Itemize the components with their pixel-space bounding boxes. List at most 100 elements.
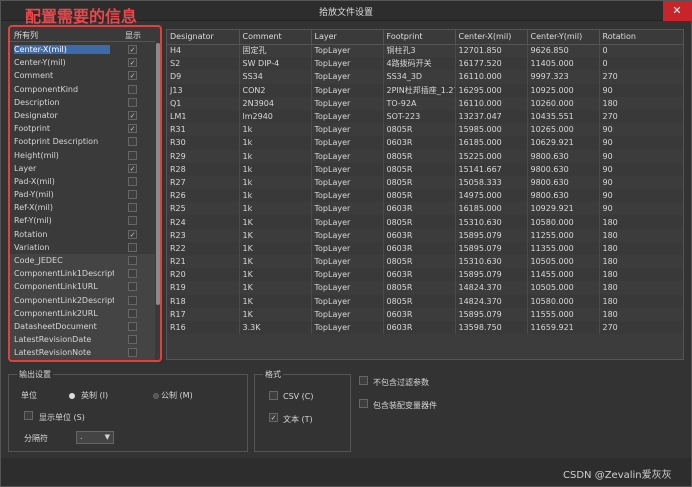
imperial-radio[interactable] <box>69 393 75 399</box>
show-column-checkbox[interactable] <box>128 269 137 279</box>
show-column-checkbox[interactable] <box>128 216 137 226</box>
column-header[interactable]: Designator <box>167 30 240 45</box>
show-column-checkbox[interactable] <box>128 150 137 160</box>
column-list-item[interactable]: Designator ✓ <box>10 109 155 122</box>
table-cell: R22 <box>167 241 240 255</box>
column-list-item[interactable]: Code_JEDEC <box>10 254 155 268</box>
separator-select[interactable]: . ▼ <box>76 431 114 444</box>
show-column-checkbox[interactable] <box>128 295 137 305</box>
column-list-item[interactable]: Description <box>10 96 155 109</box>
column-header[interactable]: Layer <box>311 30 384 45</box>
metric-radio[interactable] <box>153 393 159 399</box>
table-cell: TopLayer <box>311 109 384 124</box>
exclude-filter-checkbox[interactable] <box>359 376 368 385</box>
column-list-item[interactable]: Variation <box>10 241 155 254</box>
column-list-item[interactable]: Center-X(mil) ✓ <box>10 43 155 56</box>
preview-table: Designator Comment Layer Footprint Center-X(… <box>167 30 683 335</box>
show-column-checkbox[interactable] <box>128 321 137 331</box>
show-column-checkbox[interactable]: ✓ <box>128 71 137 81</box>
include-variant-label[interactable]: 包含装配变量器件 <box>373 400 437 411</box>
column-list-item[interactable]: ComponentKind <box>10 83 155 96</box>
show-column-checkbox[interactable]: ✓ <box>128 45 137 54</box>
csv-label[interactable]: CSV (C) <box>283 392 314 401</box>
table-cell: 10505.000 <box>527 255 600 269</box>
list-scrollbar[interactable] <box>156 43 160 305</box>
table-cell: 90 <box>599 189 683 203</box>
table-row: LM1 lm2940 TopLayer SOT-223 13237.047 10435.5… <box>167 109 683 124</box>
exclude-filter-label[interactable]: 不包含过滤参数 <box>373 377 429 388</box>
column-list-item[interactable]: Center-Y(mil) ✓ <box>10 56 155 69</box>
column-header[interactable]: Footprint <box>383 30 456 45</box>
show-column-checkbox[interactable] <box>128 176 137 186</box>
csv-checkbox[interactable] <box>269 391 278 400</box>
column-list-item[interactable]: Ref-Y(mil) <box>10 214 155 227</box>
show-column-checkbox[interactable] <box>128 190 137 200</box>
table-cell: 0603R <box>383 241 456 255</box>
column-header[interactable]: Comment <box>239 30 312 45</box>
include-variant-checkbox[interactable] <box>359 399 368 408</box>
table-cell: 0603R <box>383 320 456 335</box>
column-list-item[interactable]: Pad-X(mil) <box>10 175 155 188</box>
table-cell: 0805R <box>383 189 456 203</box>
table-cell: R29 <box>167 149 240 163</box>
column-list-item[interactable]: Footprint Description <box>10 135 155 148</box>
table-cell: 9800.630 <box>527 149 600 163</box>
show-column-checkbox[interactable] <box>128 97 137 107</box>
table-cell: 0 <box>599 44 683 58</box>
text-checkbox[interactable]: ✓ <box>269 413 278 422</box>
column-list-item[interactable]: DatasheetDocument <box>10 319 155 334</box>
table-cell: SW DIP-4 <box>239 57 312 71</box>
column-list-item[interactable]: LatestRevisionDate <box>10 333 155 347</box>
table-cell: 9997.323 <box>527 70 600 84</box>
show-column-checkbox[interactable]: ✓ <box>128 110 137 120</box>
column-list-item[interactable]: ComponentLink1URL <box>10 280 155 294</box>
column-list-item[interactable]: ComponentLink1Descriptic <box>10 267 155 281</box>
separator-label: 分隔符 <box>24 434 48 443</box>
table-cell: 铜柱孔3 <box>383 44 456 58</box>
close-button[interactable]: ✕ <box>663 1 691 21</box>
column-header[interactable]: Center-Y(mil) <box>527 30 600 45</box>
column-list-item[interactable]: Footprint ✓ <box>10 122 155 135</box>
table-cell: 15985.000 <box>455 123 528 137</box>
show-column-checkbox[interactable] <box>128 335 137 345</box>
imperial-label[interactable]: 英制 (I) <box>81 390 108 401</box>
show-units-label[interactable]: 显示单位 (S) <box>39 412 85 423</box>
table-cell: 180 <box>599 281 683 295</box>
table-cell: 1k <box>239 202 312 216</box>
show-column-checkbox[interactable] <box>128 308 137 318</box>
table-cell: TopLayer <box>311 320 384 335</box>
table-row: R18 1K TopLayer 0805R 14824.370 10580.000 180 <box>167 294 683 308</box>
show-column-checkbox[interactable] <box>128 84 137 94</box>
column-list-item[interactable]: Ref-X(mil) <box>10 201 155 214</box>
table-cell: 14824.370 <box>455 294 528 308</box>
show-column-checkbox[interactable] <box>128 348 137 358</box>
column-header[interactable]: Center-X(mil) <box>455 30 528 45</box>
show-column-checkbox[interactable]: ✓ <box>128 163 137 173</box>
show-column-checkbox[interactable] <box>128 137 137 147</box>
output-settings-title: 输出设置 <box>17 369 53 380</box>
preview-table-panel: Designator Comment Layer Footprint Center-X(… <box>166 29 684 360</box>
show-units-checkbox[interactable] <box>24 411 33 420</box>
column-list-item[interactable]: ComponentLink2Descriptic <box>10 293 155 307</box>
show-column-checkbox[interactable]: ✓ <box>128 58 137 68</box>
show-column-checkbox[interactable] <box>128 282 137 292</box>
show-column-checkbox[interactable]: ✓ <box>128 124 137 134</box>
column-list-item[interactable]: Pad-Y(mil) <box>10 188 155 201</box>
column-list-item-label: LatestRevisionNote <box>14 348 92 358</box>
table-cell: 15895.079 <box>455 228 528 242</box>
show-column-checkbox[interactable] <box>128 242 137 252</box>
show-column-checkbox[interactable] <box>128 203 137 213</box>
column-list-item[interactable]: LatestRevisionNote <box>10 346 155 360</box>
table-cell: 90 <box>599 162 683 176</box>
show-column-checkbox[interactable]: ✓ <box>128 229 137 239</box>
metric-label[interactable]: 公制 (M) <box>161 390 193 401</box>
column-list-item[interactable]: ComponentLink2URL <box>10 306 155 320</box>
column-list-item[interactable]: Height(mil) <box>10 149 155 162</box>
column-list-item-label: ComponentKind <box>14 84 79 94</box>
text-label[interactable]: 文本 (T) <box>283 414 313 425</box>
column-list-item[interactable]: Layer ✓ <box>10 162 155 175</box>
column-list-item[interactable]: Comment ✓ <box>10 69 155 82</box>
column-header[interactable]: Rotation <box>599 30 683 45</box>
column-list-item[interactable]: Rotation ✓ <box>10 228 155 241</box>
show-column-checkbox[interactable] <box>128 256 137 265</box>
